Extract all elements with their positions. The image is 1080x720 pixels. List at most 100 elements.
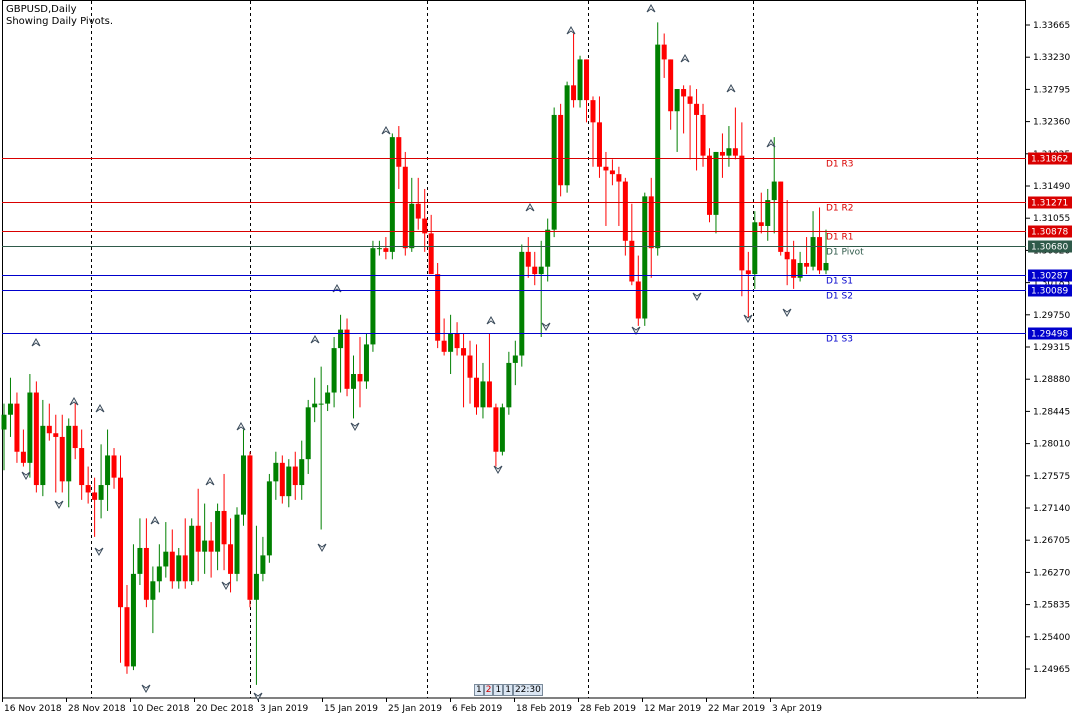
candle-body[interactable] xyxy=(732,148,738,156)
candle-body[interactable] xyxy=(318,403,324,405)
candle-body[interactable] xyxy=(331,348,337,393)
candle-body[interactable] xyxy=(461,348,467,356)
candle-body[interactable] xyxy=(823,262,829,271)
candle-body[interactable] xyxy=(428,233,434,275)
candle-body[interactable] xyxy=(752,222,758,275)
candle-body[interactable] xyxy=(745,270,751,275)
candle-body[interactable] xyxy=(7,403,13,415)
candle-body[interactable] xyxy=(564,85,570,186)
candle-body[interactable] xyxy=(558,114,564,186)
candle-body[interactable] xyxy=(305,407,311,460)
candle-body[interactable] xyxy=(150,581,156,600)
candle-body[interactable] xyxy=(648,196,654,249)
candle-body[interactable] xyxy=(208,540,214,552)
candle-body[interactable] xyxy=(739,155,745,271)
candle-body[interactable] xyxy=(545,229,551,267)
candle-body[interactable] xyxy=(609,170,615,175)
candle-body[interactable] xyxy=(687,96,693,104)
candle-body[interactable] xyxy=(234,514,240,574)
candle-body[interactable] xyxy=(499,407,505,452)
candle-body[interactable] xyxy=(85,485,91,493)
candle-body[interactable] xyxy=(105,455,111,486)
candle-body[interactable] xyxy=(363,344,369,382)
candle-body[interactable] xyxy=(778,181,784,252)
candle-body[interactable] xyxy=(1,414,7,430)
candle-body[interactable] xyxy=(655,44,661,249)
candle-body[interactable] xyxy=(661,44,667,60)
candle-body[interactable] xyxy=(538,266,544,275)
candle-body[interactable] xyxy=(370,248,376,345)
candle-body[interactable] xyxy=(532,266,538,275)
candle-body[interactable] xyxy=(551,114,557,230)
candle-body[interactable] xyxy=(616,174,622,182)
candle-body[interactable] xyxy=(312,403,318,408)
candle-body[interactable] xyxy=(668,59,674,112)
candle-body[interactable] xyxy=(467,355,473,378)
candle-body[interactable] xyxy=(176,555,182,582)
candle-body[interactable] xyxy=(784,251,790,260)
candle-body[interactable] xyxy=(338,329,344,349)
candle-body[interactable] xyxy=(292,466,298,486)
candle-body[interactable] xyxy=(27,392,33,463)
candle-body[interactable] xyxy=(130,573,136,667)
candle-body[interactable] xyxy=(804,262,810,267)
candle-body[interactable] xyxy=(486,381,492,408)
candle-body[interactable] xyxy=(765,200,771,226)
candle-body[interactable] xyxy=(726,148,732,156)
candle-body[interactable] xyxy=(195,525,201,552)
candle-body[interactable] xyxy=(571,85,577,101)
candle-body[interactable] xyxy=(156,566,162,582)
candle-body[interactable] xyxy=(713,151,719,215)
candle-body[interactable] xyxy=(493,407,499,452)
candle-body[interactable] xyxy=(435,274,441,341)
candle-body[interactable] xyxy=(674,89,680,112)
candle-body[interactable] xyxy=(124,607,130,667)
candle-body[interactable] xyxy=(810,237,816,267)
candle-body[interactable] xyxy=(59,436,65,482)
candle-body[interactable] xyxy=(415,203,421,219)
candle-body[interactable] xyxy=(519,251,525,356)
candle-body[interactable] xyxy=(694,103,700,115)
candle-body[interactable] xyxy=(584,59,590,101)
candle-body[interactable] xyxy=(635,281,641,319)
price-chart[interactable]: 1.336651.332301.327951.323601.319251.314… xyxy=(0,0,1080,720)
candle-body[interactable] xyxy=(163,551,169,567)
candle-body[interactable] xyxy=(344,329,350,389)
candle-body[interactable] xyxy=(40,425,46,486)
candle-body[interactable] xyxy=(215,510,221,552)
candle-body[interactable] xyxy=(53,433,59,437)
candle-body[interactable] xyxy=(299,459,305,486)
candle-body[interactable] xyxy=(260,555,266,574)
candle-body[interactable] xyxy=(473,377,479,408)
candle-body[interactable] xyxy=(758,222,764,226)
candle-body[interactable] xyxy=(351,374,357,389)
candle-body[interactable] xyxy=(189,525,195,582)
candle-body[interactable] xyxy=(525,251,531,267)
candle-body[interactable] xyxy=(357,374,363,382)
candle-body[interactable] xyxy=(46,425,52,434)
candle-body[interactable] xyxy=(14,403,20,452)
candle-body[interactable] xyxy=(325,392,331,404)
candle-body[interactable] xyxy=(603,166,609,171)
candle-body[interactable] xyxy=(454,333,460,349)
candle-body[interactable] xyxy=(111,455,117,478)
candle-body[interactable] xyxy=(817,237,823,271)
candle-body[interactable] xyxy=(383,248,389,252)
candle-body[interactable] xyxy=(577,59,583,101)
candle-body[interactable] xyxy=(221,510,227,545)
candle-body[interactable] xyxy=(66,425,72,482)
candle-body[interactable] xyxy=(771,181,777,201)
candle-body[interactable] xyxy=(409,203,415,249)
candle-body[interactable] xyxy=(266,481,272,556)
candle-body[interactable] xyxy=(389,137,395,252)
candle-body[interactable] xyxy=(169,551,175,582)
candle-body[interactable] xyxy=(719,151,725,156)
candle-body[interactable] xyxy=(182,555,188,582)
candle-body[interactable] xyxy=(642,196,648,319)
candle-body[interactable] xyxy=(228,544,234,574)
candle-body[interactable] xyxy=(590,100,596,123)
candle-body[interactable] xyxy=(253,573,259,600)
candle-body[interactable] xyxy=(240,455,246,515)
candle-body[interactable] xyxy=(273,462,279,482)
candle-body[interactable] xyxy=(480,381,486,408)
